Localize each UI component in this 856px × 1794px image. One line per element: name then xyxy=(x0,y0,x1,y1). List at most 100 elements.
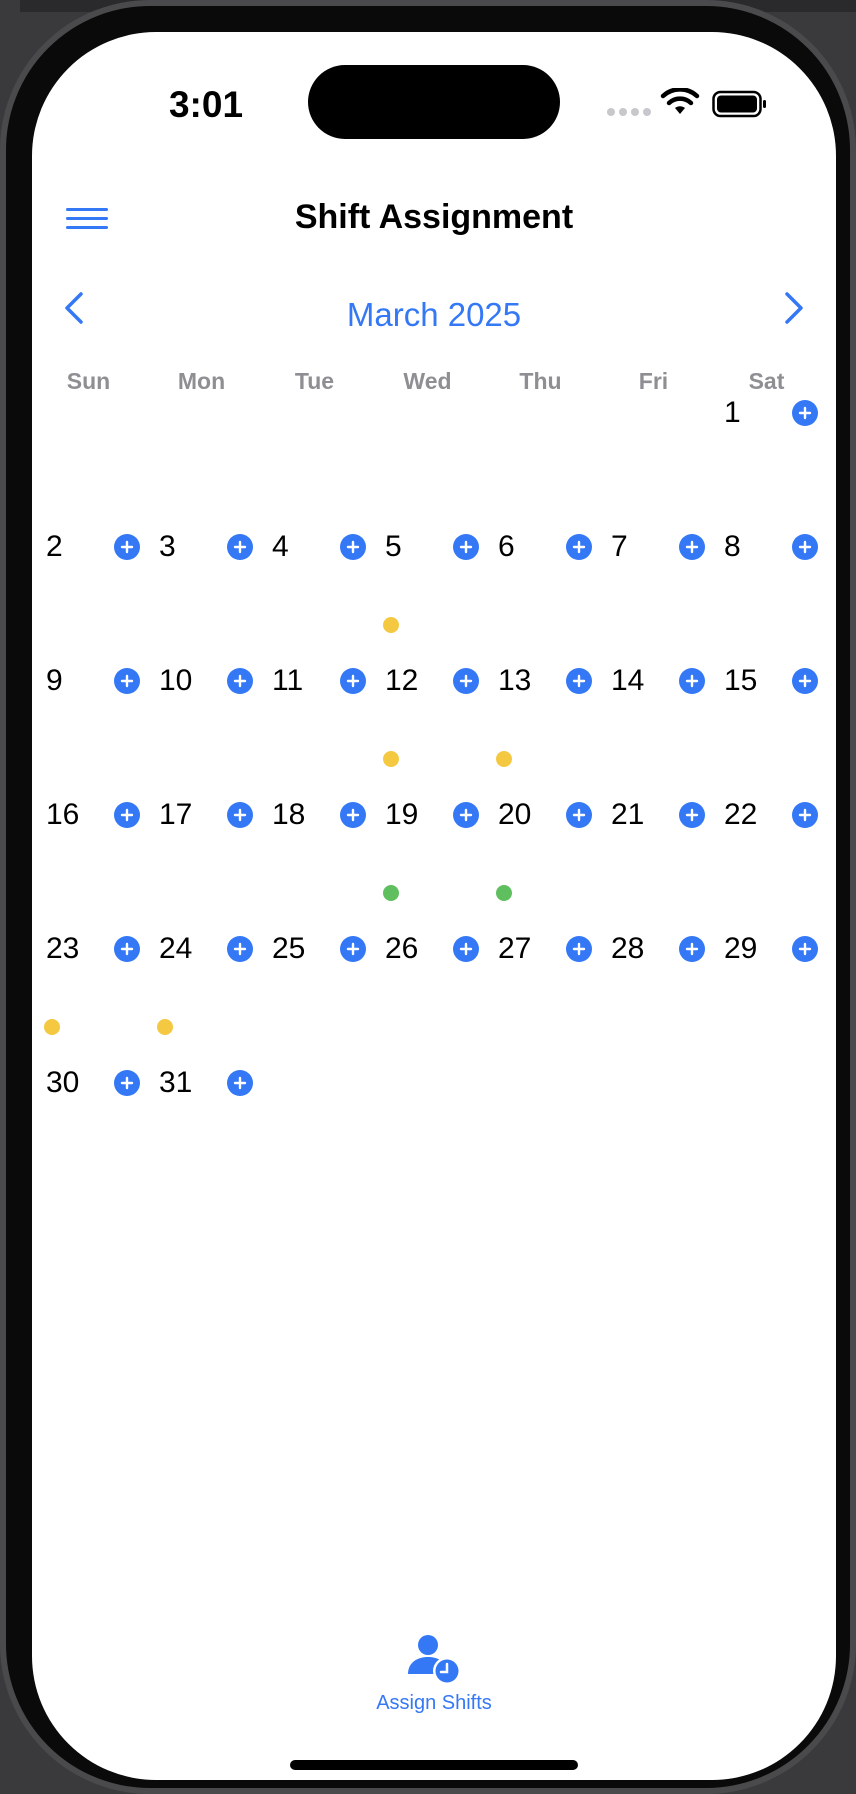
day-number: 29 xyxy=(724,932,758,965)
add-shift-button[interactable] xyxy=(114,802,140,828)
day-cell-10[interactable]: 10 xyxy=(145,664,258,798)
add-shift-button[interactable] xyxy=(340,936,366,962)
day-number: 26 xyxy=(385,932,419,965)
add-shift-button[interactable] xyxy=(792,668,818,694)
tab-assign-shifts-label: Assign Shifts xyxy=(376,1692,492,1714)
day-cell-1[interactable]: 1 xyxy=(710,396,823,530)
home-indicator[interactable] xyxy=(290,1760,578,1770)
add-shift-button[interactable] xyxy=(792,534,818,560)
plus-icon xyxy=(459,674,473,688)
add-shift-button[interactable] xyxy=(453,534,479,560)
tab-assign-shifts[interactable]: Assign Shifts xyxy=(334,1632,534,1742)
add-shift-button[interactable] xyxy=(566,936,592,962)
add-shift-button[interactable] xyxy=(227,534,253,560)
day-cell-26[interactable]: 26 xyxy=(371,932,484,1066)
add-shift-button[interactable] xyxy=(679,802,705,828)
day-number: 24 xyxy=(159,932,193,965)
day-number: 31 xyxy=(159,1066,193,1099)
day-cell-25[interactable]: 25 xyxy=(258,932,371,1066)
day-cell-2[interactable]: 2 xyxy=(32,530,145,664)
add-shift-button[interactable] xyxy=(227,936,253,962)
day-number: 27 xyxy=(498,932,532,965)
day-cell-23[interactable]: 23 xyxy=(32,932,145,1066)
day-number: 16 xyxy=(46,798,80,831)
day-cell-6[interactable]: 6 xyxy=(484,530,597,664)
day-cell-22[interactable]: 22 xyxy=(710,798,823,932)
add-shift-button[interactable] xyxy=(114,936,140,962)
add-shift-button[interactable] xyxy=(227,1070,253,1096)
add-shift-button[interactable] xyxy=(340,802,366,828)
day-cell-4[interactable]: 4 xyxy=(258,530,371,664)
add-shift-button[interactable] xyxy=(792,936,818,962)
day-cell-7[interactable]: 7 xyxy=(597,530,710,664)
add-shift-button[interactable] xyxy=(679,668,705,694)
add-shift-button[interactable] xyxy=(453,668,479,694)
day-cell-20[interactable]: 20 xyxy=(484,798,597,932)
plus-icon xyxy=(685,674,699,688)
add-shift-button[interactable] xyxy=(566,668,592,694)
plus-icon xyxy=(798,674,812,688)
day-number: 23 xyxy=(46,932,80,965)
plus-icon xyxy=(120,540,134,554)
add-shift-button[interactable] xyxy=(566,534,592,560)
add-shift-button[interactable] xyxy=(792,400,818,426)
add-shift-button[interactable] xyxy=(679,936,705,962)
day-number: 28 xyxy=(611,932,645,965)
add-shift-button[interactable] xyxy=(114,1070,140,1096)
shift-indicator-dot xyxy=(383,617,399,633)
day-number: 5 xyxy=(385,530,402,563)
day-cell-3[interactable]: 3 xyxy=(145,530,258,664)
add-shift-button[interactable] xyxy=(227,802,253,828)
day-cell-9[interactable]: 9 xyxy=(32,664,145,798)
day-cell-17[interactable]: 17 xyxy=(145,798,258,932)
add-shift-button[interactable] xyxy=(340,668,366,694)
add-shift-button[interactable] xyxy=(453,936,479,962)
day-number: 18 xyxy=(272,798,306,831)
add-shift-button[interactable] xyxy=(566,802,592,828)
day-cell-8[interactable]: 8 xyxy=(710,530,823,664)
day-cell-24[interactable]: 24 xyxy=(145,932,258,1066)
add-shift-button[interactable] xyxy=(114,668,140,694)
plus-icon xyxy=(572,942,586,956)
add-shift-button[interactable] xyxy=(453,802,479,828)
day-cell-16[interactable]: 16 xyxy=(32,798,145,932)
day-cell-28[interactable]: 28 xyxy=(597,932,710,1066)
shift-indicator-dot xyxy=(383,751,399,767)
add-shift-button[interactable] xyxy=(114,534,140,560)
plus-icon xyxy=(572,808,586,822)
plus-icon xyxy=(233,808,247,822)
day-number: 9 xyxy=(46,664,63,697)
plus-icon xyxy=(798,808,812,822)
plus-icon xyxy=(233,540,247,554)
day-cell-5[interactable]: 5 xyxy=(371,530,484,664)
day-number: 30 xyxy=(46,1066,80,1099)
plus-icon xyxy=(572,540,586,554)
plus-icon xyxy=(233,1076,247,1090)
day-cell-18[interactable]: 18 xyxy=(258,798,371,932)
plus-icon xyxy=(346,540,360,554)
day-number: 1 xyxy=(724,396,741,429)
day-cell-31[interactable]: 31 xyxy=(145,1066,258,1200)
plus-icon xyxy=(120,942,134,956)
add-shift-button[interactable] xyxy=(340,534,366,560)
day-cell-27[interactable]: 27 xyxy=(484,932,597,1066)
day-cell-21[interactable]: 21 xyxy=(597,798,710,932)
day-cell-13[interactable]: 13 xyxy=(484,664,597,798)
day-cell-15[interactable]: 15 xyxy=(710,664,823,798)
day-number: 2 xyxy=(46,530,63,563)
day-cell-30[interactable]: 30 xyxy=(32,1066,145,1200)
day-cell-19[interactable]: 19 xyxy=(371,798,484,932)
person-clock-icon xyxy=(408,1635,461,1685)
day-cell-29[interactable]: 29 xyxy=(710,932,823,1066)
day-number: 3 xyxy=(159,530,176,563)
day-cell-12[interactable]: 12 xyxy=(371,664,484,798)
add-shift-button[interactable] xyxy=(227,668,253,694)
day-cell-11[interactable]: 11 xyxy=(258,664,371,798)
plus-icon xyxy=(685,808,699,822)
plus-icon xyxy=(685,540,699,554)
add-shift-button[interactable] xyxy=(792,802,818,828)
day-number: 10 xyxy=(159,664,193,697)
day-cell-14[interactable]: 14 xyxy=(597,664,710,798)
add-shift-button[interactable] xyxy=(679,534,705,560)
day-number: 13 xyxy=(498,664,532,697)
